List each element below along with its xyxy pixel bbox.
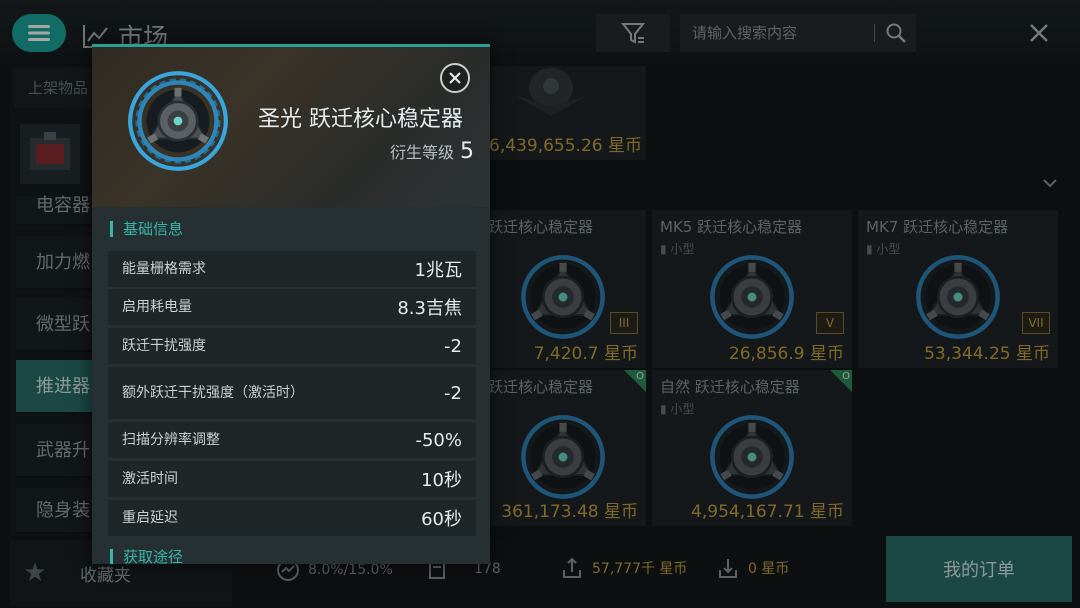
item-size-text: 小型 <box>670 402 695 416</box>
attribute-name: 额外跃迁干扰强度（激活时） <box>122 385 304 401</box>
item-price: 4,954,167.71 星币 <box>691 502 844 522</box>
warp-stabilizer-icon <box>518 252 608 342</box>
item-detail-popup: 圣光 跃迁核心稳定器 衍生等级 5 基础信息 能量栅格需求 1兆瓦 启用耗电量 … <box>92 44 490 564</box>
module-image <box>516 68 586 116</box>
section-acquisition: 获取途径 <box>110 549 183 564</box>
sell-total-stat: 57,777千 星币 <box>560 556 687 580</box>
attribute-value: -50% <box>415 429 462 451</box>
selected-item-thumbnail[interactable] <box>20 124 80 184</box>
item-name: MK5 跃迁核心稳定器 <box>660 218 803 236</box>
search-input[interactable] <box>680 23 864 43</box>
search-icon[interactable] <box>885 22 907 44</box>
filter-button[interactable] <box>596 14 670 52</box>
close-icon <box>449 72 461 84</box>
warp-stabilizer-icon <box>913 252 1003 342</box>
sell-total-value: 57,777千 星币 <box>592 561 688 577</box>
attribute-row: 额外跃迁干扰强度（激活时） -2 <box>108 367 476 419</box>
faction-badge: O <box>830 370 852 392</box>
featured-item-card[interactable]: 6,439,655.26 星币 <box>480 66 646 160</box>
attribute-value: -2 <box>444 335 462 357</box>
faction-badge-text: O <box>842 371 850 382</box>
faction-badge: O <box>624 370 646 392</box>
attribute-row: 激活时间 10秒 <box>108 461 476 497</box>
attribute-name: 重启延迟 <box>122 510 178 526</box>
item-name: 跃迁核心稳定器 <box>488 218 594 236</box>
ship-module-icon <box>30 132 70 170</box>
attribute-row: 能量栅格需求 1兆瓦 <box>108 251 476 287</box>
attribute-row: 跃迁干扰强度 -2 <box>108 328 476 364</box>
item-price: 6,439,655.26 星币 <box>489 136 642 156</box>
attribute-name: 能量栅格需求 <box>122 261 206 277</box>
attribute-value: -2 <box>444 382 462 404</box>
item-size: ▮ 小型 <box>866 242 901 256</box>
search-divider <box>874 24 875 42</box>
attribute-value: 10秒 <box>421 470 462 491</box>
item-name: MK7 跃迁核心稳定器 <box>866 218 1009 236</box>
meta-level-label: 衍生等级 <box>389 143 454 162</box>
tier-badge: III <box>610 312 638 334</box>
tax-rate-value: 8.0%/15.0% <box>308 562 393 578</box>
hamburger-icon <box>28 25 50 41</box>
chevron-down-icon[interactable] <box>1040 176 1060 190</box>
favorites-label: 收藏夹 <box>80 565 131 586</box>
item-price: 7,420.7 星币 <box>533 344 638 364</box>
attribute-value: 1兆瓦 <box>414 260 462 281</box>
attribute-name: 跃迁干扰强度 <box>122 338 206 354</box>
meta-level-value: 5 <box>460 139 474 164</box>
item-card[interactable]: 自然 跃迁核心稳定器 ▮ 小型 O 4,954,167.71 星币 <box>652 370 852 526</box>
buy-total-stat: 0 星币 <box>716 556 789 580</box>
item-size: ▮ 小型 <box>660 402 695 416</box>
popup-header: 圣光 跃迁核心稳定器 衍生等级 5 <box>92 47 490 207</box>
popup-close-button[interactable] <box>440 63 470 93</box>
warp-stabilizer-icon <box>128 71 228 171</box>
item-card[interactable]: MK7 跃迁核心稳定器 ▮ 小型 VII 53,344.25 星币 <box>858 210 1058 368</box>
item-size-text: 小型 <box>670 242 695 256</box>
item-price: 26,856.9 星币 <box>728 344 844 364</box>
item-price: 53,344.25 星币 <box>924 344 1050 364</box>
warp-stabilizer-icon <box>518 412 608 502</box>
attribute-name: 扫描分辨率调整 <box>122 432 220 448</box>
my-orders-button[interactable]: 我的订单 <box>886 536 1072 602</box>
attribute-row: 重启延迟 60秒 <box>108 500 476 536</box>
item-card[interactable]: MK5 跃迁核心稳定器 ▮ 小型 V 26,856.9 星币 <box>652 210 852 368</box>
meta-level: 衍生等级 5 <box>390 139 474 164</box>
filter-icon <box>620 23 646 44</box>
attribute-name: 激活时间 <box>122 471 178 487</box>
item-card[interactable]: 跃迁核心稳定器 III 7,420.7 星币 <box>480 210 646 368</box>
close-icon <box>1030 24 1048 42</box>
item-card[interactable]: 跃迁核心稳定器 O 361,173.48 星币 <box>480 370 646 526</box>
buy-icon <box>719 559 737 578</box>
tier-badge: V <box>816 312 844 334</box>
warp-stabilizer-icon <box>707 252 797 342</box>
item-price: 361,173.48 星币 <box>501 502 638 522</box>
attribute-value: 8.3吉焦 <box>397 298 462 319</box>
attribute-row: 启用耗电量 8.3吉焦 <box>108 289 476 325</box>
search-box[interactable] <box>680 14 916 52</box>
menu-button[interactable] <box>12 14 66 52</box>
warp-stabilizer-icon <box>707 412 797 502</box>
popup-item-title: 圣光 跃迁核心稳定器 <box>258 107 463 132</box>
section-basic-info: 基础信息 <box>110 221 183 237</box>
item-name: 自然 跃迁核心稳定器 <box>660 378 800 396</box>
buy-total-value: 0 星币 <box>748 561 790 577</box>
item-size-text: 小型 <box>876 242 901 256</box>
attribute-value: 60秒 <box>421 509 462 530</box>
star-icon: ★ <box>23 558 47 588</box>
item-size: ▮ 小型 <box>660 242 695 256</box>
close-market-button[interactable] <box>1024 18 1054 48</box>
sell-icon <box>563 557 581 578</box>
attribute-name: 启用耗电量 <box>122 299 192 315</box>
attribute-row: 扫描分辨率调整 -50% <box>108 422 476 458</box>
tier-badge: VII <box>1022 312 1050 334</box>
item-name: 跃迁核心稳定器 <box>488 378 594 396</box>
faction-badge-text: O <box>636 371 644 382</box>
